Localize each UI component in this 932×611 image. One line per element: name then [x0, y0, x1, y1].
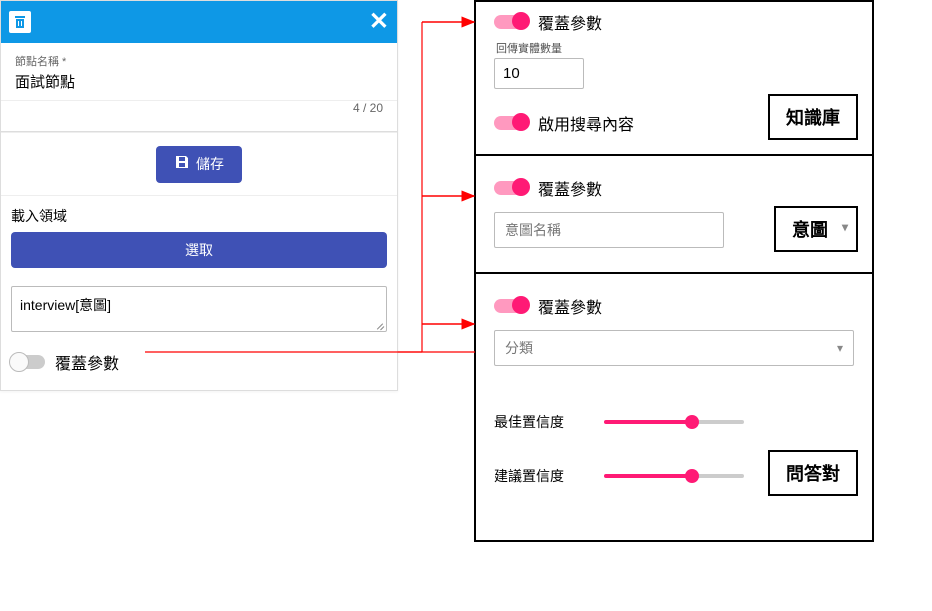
qa-box: 覆蓋參數 分類 ▾ 最佳置信度 建議置信度 問答對 — [476, 274, 872, 540]
qa-badge: 問答對 — [768, 450, 858, 496]
node-name-label: 節點名稱 * — [15, 53, 383, 69]
kb-override-toggle[interactable] — [494, 15, 528, 29]
qa-override-toggle[interactable] — [494, 299, 528, 313]
best-conf-row: 最佳置信度 — [494, 412, 854, 424]
save-row: 儲存 — [1, 132, 397, 196]
select-button-label: 選取 — [185, 242, 213, 258]
intent-override-label: 覆蓋參數 — [538, 176, 602, 200]
best-conf-slider[interactable] — [604, 420, 744, 424]
kb-entity-count-label: 回傳實體數量 — [496, 40, 854, 56]
node-name-input[interactable] — [15, 69, 383, 94]
override-toggle-label: 覆蓋參數 — [55, 350, 119, 374]
suggest-conf-slider[interactable] — [604, 474, 744, 478]
select-button[interactable]: 選取 — [11, 232, 387, 268]
node-name-field: 節點名稱 * — [1, 43, 397, 101]
qa-override-label: 覆蓋參數 — [538, 294, 602, 318]
config-dialog: ✕ 節點名稱 * 4 / 20 儲存 載入領域 選取 interview[意圖]… — [0, 0, 398, 391]
save-icon — [174, 154, 190, 175]
intent-box: 覆蓋參數 意圖名稱 意圖 ▾ — [476, 156, 872, 274]
override-toggle[interactable] — [11, 355, 45, 369]
kb-search-label: 啟用搜尋內容 — [538, 111, 634, 135]
kb-box: 覆蓋參數 回傳實體數量 啟用搜尋內容 知識庫 — [476, 2, 872, 156]
load-domain-label: 載入領域 — [1, 196, 397, 232]
chevron-down-icon: ▾ — [842, 220, 848, 234]
save-button-label: 儲存 — [196, 154, 224, 174]
chevron-down-icon: ▾ — [837, 341, 843, 355]
qa-category-placeholder: 分類 — [505, 338, 533, 358]
kb-override-label: 覆蓋參數 — [538, 10, 602, 34]
intent-select-placeholder: 意圖名稱 — [505, 220, 561, 240]
intent-badge: 意圖 ▾ — [774, 206, 858, 252]
kb-search-toggle[interactable] — [494, 116, 528, 130]
domain-text: interview[意圖] — [20, 297, 111, 313]
dialog-icon — [9, 11, 31, 33]
kb-badge: 知識庫 — [768, 94, 858, 140]
char-counter: 4 / 20 — [1, 101, 397, 123]
save-button[interactable]: 儲存 — [156, 146, 242, 183]
select-block: 選取 — [1, 232, 397, 278]
resize-handle-icon[interactable] — [374, 319, 384, 329]
dialog-header: ✕ — [1, 1, 397, 43]
close-icon[interactable]: ✕ — [369, 10, 389, 34]
kb-entity-count-input[interactable] — [494, 58, 584, 89]
options-column: 覆蓋參數 回傳實體數量 啟用搜尋內容 知識庫 覆蓋參數 意圖名稱 意圖 ▾ 覆蓋… — [474, 0, 874, 542]
domain-textarea[interactable]: interview[意圖] — [11, 286, 387, 332]
override-toggle-row: 覆蓋參數 — [1, 332, 397, 390]
arrow-branches — [398, 0, 478, 360]
intent-override-toggle[interactable] — [494, 181, 528, 195]
qa-category-select[interactable]: 分類 ▾ — [494, 330, 854, 366]
intent-select[interactable]: 意圖名稱 — [494, 212, 724, 248]
